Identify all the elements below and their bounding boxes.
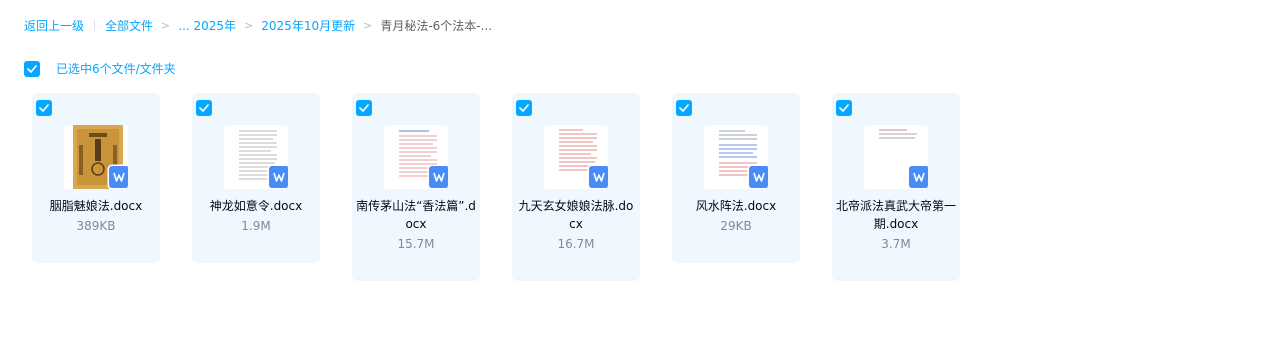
file-size: 16.7M [557, 237, 595, 251]
file-size: 15.7M [397, 237, 435, 251]
file-card[interactable]: 胭脂魅娘法.docx 389KB [32, 93, 160, 263]
file-card[interactable]: 神龙如意令.docx 1.9M [192, 93, 320, 263]
breadcrumb-divider [94, 19, 96, 31]
wps-doc-icon [749, 166, 768, 188]
chevron-right-icon: > [363, 18, 373, 32]
file-thumbnail [704, 125, 768, 189]
file-size: 1.9M [241, 219, 271, 233]
file-name: 北帝派法真武大帝第一期.docx [836, 199, 957, 231]
file-checkbox[interactable] [36, 100, 52, 116]
wps-doc-icon [109, 166, 128, 188]
file-checkbox[interactable] [356, 100, 372, 116]
checkmark-icon [839, 104, 849, 112]
file-thumbnail [64, 125, 128, 189]
file-name: 九天玄女娘娘法脉.docx [518, 199, 634, 231]
select-all-checkbox[interactable] [24, 60, 40, 77]
checkmark-icon [39, 104, 49, 112]
breadcrumb-current: 青月秘法-6个法本-... [380, 18, 493, 33]
file-checkbox[interactable] [836, 100, 852, 116]
file-thumbnail [384, 125, 448, 189]
file-card[interactable]: 北帝派法真武大帝第一期.docx 3.7M [832, 93, 960, 281]
wps-doc-icon [589, 166, 608, 188]
file-size: 3.7M [881, 237, 911, 251]
breadcrumb-2025[interactable]: ... 2025年 [178, 17, 236, 34]
checkmark-icon [199, 104, 209, 112]
checkmark-icon [519, 104, 529, 112]
wps-doc-icon [269, 166, 288, 188]
file-name: 神龙如意令.docx [209, 199, 303, 213]
file-checkbox[interactable] [676, 100, 692, 116]
wps-doc-icon [909, 166, 928, 188]
breadcrumb: 返回上一级 全部文件 > ... 2025年 > 2025年10月更新 > 青月… [24, 16, 492, 34]
selection-count-label: 已选中6个文件/文件夹 [56, 62, 176, 76]
file-checkbox[interactable] [516, 100, 532, 116]
wps-doc-icon [429, 166, 448, 188]
chevron-right-icon: > [244, 18, 254, 32]
file-card[interactable]: 风水阵法.docx 29KB [672, 93, 800, 263]
file-thumbnail [864, 125, 928, 189]
file-thumbnail [224, 125, 288, 189]
checkmark-icon [359, 104, 369, 112]
file-card[interactable]: 九天玄女娘娘法脉.docx 16.7M [512, 93, 640, 281]
file-name: 胭脂魅娘法.docx [49, 199, 143, 213]
back-link[interactable]: 返回上一级 [24, 17, 84, 34]
chevron-right-icon: > [161, 18, 171, 32]
file-card[interactable]: 南传茅山法“香法篇”.docx 15.7M [352, 93, 480, 281]
checkmark-icon [27, 64, 37, 73]
file-name: 风水阵法.docx [695, 199, 777, 213]
file-size: 29KB [720, 219, 752, 233]
breadcrumb-october-update[interactable]: 2025年10月更新 [261, 17, 355, 34]
file-size: 389KB [76, 219, 116, 233]
select-all-row: 已选中6个文件/文件夹 [24, 60, 176, 77]
file-checkbox[interactable] [196, 100, 212, 116]
file-name: 南传茅山法“香法篇”.docx [356, 199, 476, 231]
breadcrumb-all-files[interactable]: 全部文件 [105, 17, 153, 34]
checkmark-icon [679, 104, 689, 112]
file-thumbnail [544, 125, 608, 189]
